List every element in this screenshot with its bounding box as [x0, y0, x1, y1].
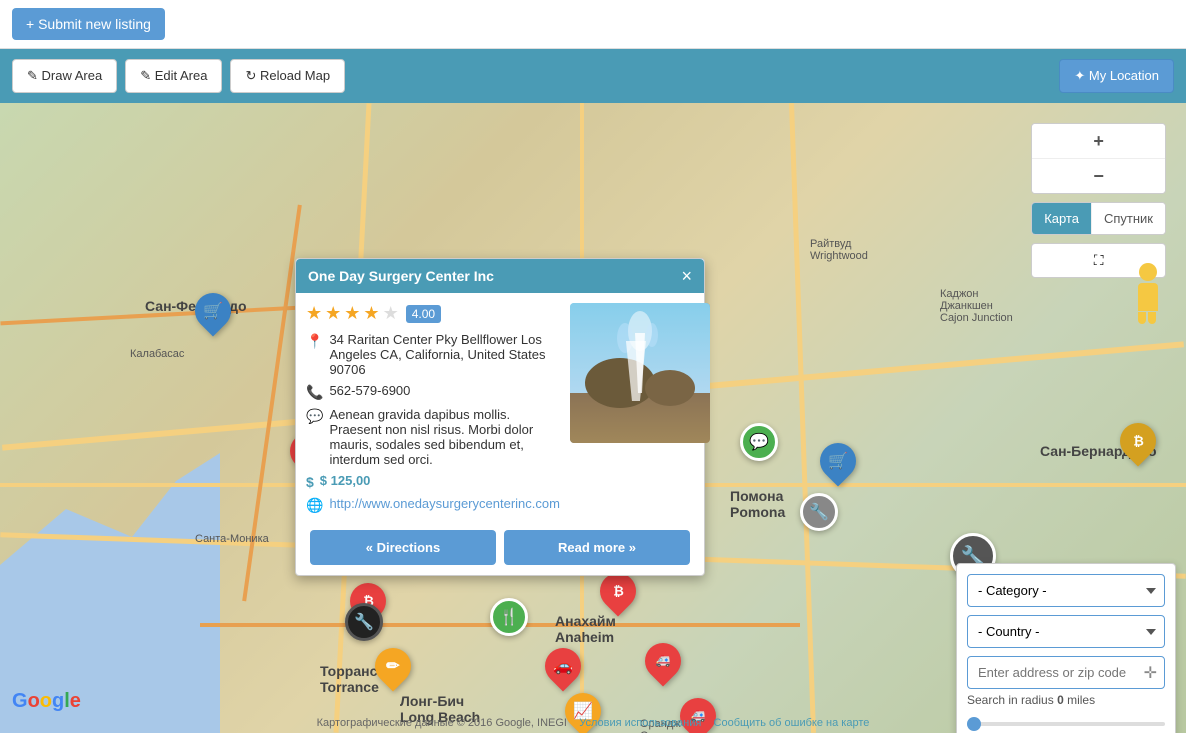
crosshair-icon[interactable]: ✛	[1144, 663, 1157, 683]
edit-area-button[interactable]: ✎ Edit Area	[125, 59, 222, 93]
map-controls: + − Карта Спутник ⛶	[1031, 123, 1166, 278]
google-logo: Google	[12, 690, 81, 713]
zoom-out-button[interactable]: −	[1032, 159, 1165, 193]
star-1: ★	[306, 303, 322, 324]
location-icon: 📍	[306, 333, 323, 350]
globe-icon: 🌐	[306, 497, 323, 514]
country-select[interactable]: - Country -	[967, 615, 1165, 648]
popup-details: ★ ★ ★ ★ ★ 4.00 📍 34 Raritan Center Pky B…	[306, 303, 560, 520]
radius-label: Search in radius 0 miles	[967, 693, 1165, 707]
directions-button[interactable]: « Directions	[310, 530, 496, 565]
star-3: ★	[344, 303, 360, 324]
popup-rating: ★ ★ ★ ★ ★ 4.00	[306, 303, 560, 324]
popup-image	[570, 303, 710, 443]
popup-address: 34 Raritan Center Pky Bellflower Los Ang…	[329, 332, 560, 377]
map-container[interactable]: Сан-Фернандо Санта-Моника ТоррансTorranc…	[0, 103, 1186, 733]
my-location-button[interactable]: ✦ My Location	[1059, 59, 1174, 93]
popup-close-button[interactable]: ×	[681, 267, 692, 285]
category-select[interactable]: - Category -	[967, 574, 1165, 607]
address-input[interactable]	[967, 656, 1165, 689]
zoom-controls: + −	[1031, 123, 1166, 194]
popup-header: One Day Surgery Center Inc ×	[296, 259, 704, 293]
popup-price: $ 125,00	[320, 473, 371, 488]
zoom-in-button[interactable]: +	[1032, 124, 1165, 159]
attribution-text: Картографические данные © 2016 Google, I…	[317, 717, 567, 729]
price-icon: $	[306, 474, 314, 490]
comment-icon: 💬	[306, 408, 323, 425]
pegman-legs	[1138, 312, 1158, 324]
phone-icon: 📞	[306, 384, 323, 401]
map-marker[interactable]: 🔧	[800, 493, 838, 531]
star-2: ★	[325, 303, 341, 324]
radius-value: 0	[1057, 693, 1064, 707]
popup-footer: « Directions Read more »	[296, 530, 704, 575]
map-type-map-button[interactable]: Карта	[1032, 203, 1092, 234]
road	[789, 103, 816, 733]
popup-phone-row: 📞 562-579-6900	[306, 383, 560, 401]
star-5: ★	[383, 303, 399, 324]
address-input-wrap: ✛	[967, 656, 1165, 689]
search-panel: - Category - - Country - ✛ Search in rad…	[956, 563, 1176, 733]
popup-phone: 562-579-6900	[329, 383, 410, 398]
map-toolbar: ✎ Draw Area ✎ Edit Area ↻ Reload Map ✦ M…	[0, 49, 1186, 103]
map-type-controls: Карта Спутник	[1031, 202, 1166, 235]
popup-image-placeholder	[570, 303, 710, 443]
pegman-head	[1139, 263, 1157, 281]
rating-badge: 4.00	[406, 305, 441, 323]
info-popup: One Day Surgery Center Inc × ★ ★ ★ ★ ★ 4…	[295, 258, 705, 576]
report-error-link[interactable]: Сообщить об ошибке на карте	[714, 717, 870, 729]
read-more-button[interactable]: Read more »	[504, 530, 690, 565]
top-bar: + Submit new listing	[0, 0, 1186, 49]
popup-description: Aenean gravida dapibus mollis. Praesent …	[329, 407, 560, 467]
popup-price-row: $ $ 125,00	[306, 473, 560, 490]
popup-address-row: 📍 34 Raritan Center Pky Bellflower Los A…	[306, 332, 560, 377]
pegman[interactable]	[1138, 263, 1158, 303]
draw-area-button[interactable]: ✎ Draw Area	[12, 59, 117, 93]
map-marker[interactable]: 🍴	[490, 598, 528, 636]
radius-slider[interactable]	[967, 722, 1165, 726]
pegman-body	[1138, 283, 1158, 311]
map-marker[interactable]: 🔧	[345, 603, 383, 641]
map-attribution: Картографические данные © 2016 Google, I…	[317, 717, 870, 729]
popup-website-row: 🌐 http://www.onedaysurgerycenterinc.com	[306, 496, 560, 514]
popup-website-link[interactable]: http://www.onedaysurgerycenterinc.com	[329, 496, 560, 511]
reload-map-button[interactable]: ↻ Reload Map	[230, 59, 345, 93]
map-type-satellite-button[interactable]: Спутник	[1092, 203, 1165, 234]
popup-body: ★ ★ ★ ★ ★ 4.00 📍 34 Raritan Center Pky B…	[296, 293, 704, 530]
submit-listing-button[interactable]: + Submit new listing	[12, 8, 165, 40]
star-4: ★	[363, 303, 379, 324]
popup-title: One Day Surgery Center Inc	[308, 268, 494, 284]
map-marker[interactable]: 💬	[740, 423, 778, 461]
terms-link[interactable]: Условия использования	[579, 717, 701, 729]
popup-description-row: 💬 Aenean gravida dapibus mollis. Praesen…	[306, 407, 560, 467]
